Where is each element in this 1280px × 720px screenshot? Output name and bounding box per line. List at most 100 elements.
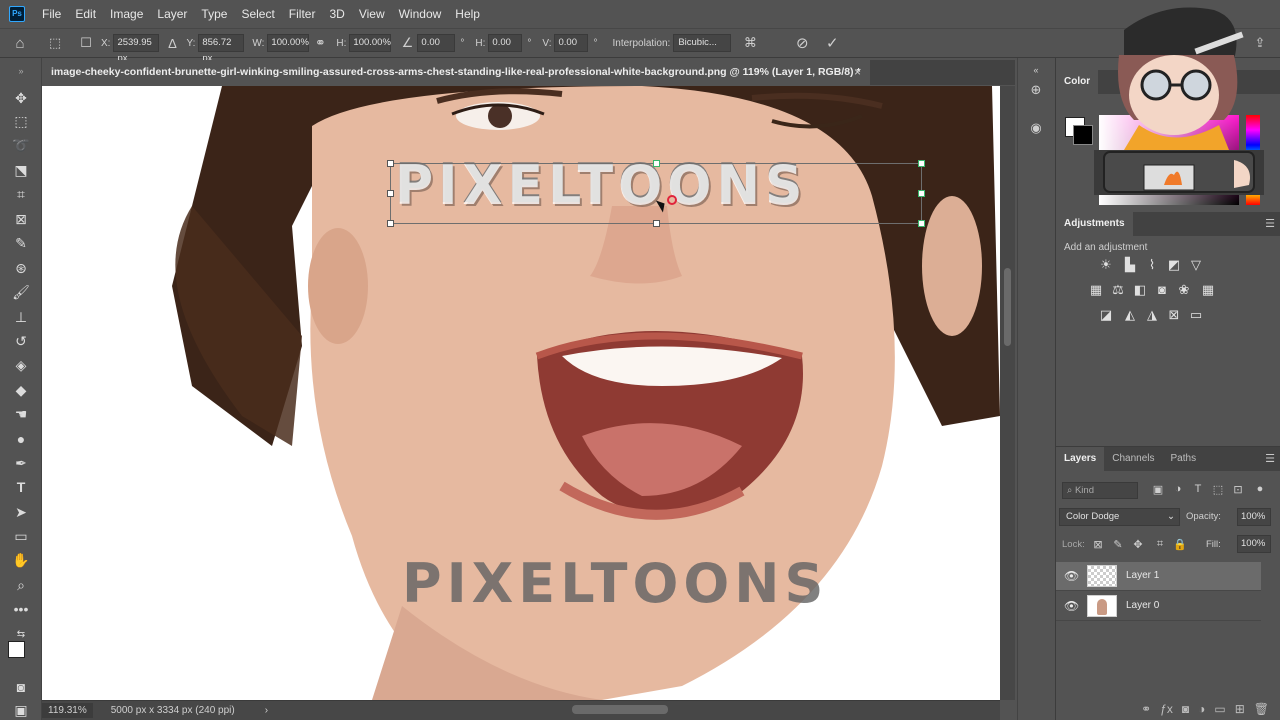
lock-image-icon[interactable]: ✎: [1110, 538, 1126, 551]
color-lookup-icon[interactable]: ▦: [1200, 282, 1216, 298]
dodge-tool-icon[interactable]: ●: [10, 428, 32, 450]
reference-checkbox[interactable]: ☐: [76, 35, 96, 51]
reference-point-icon[interactable]: ⬚: [40, 35, 70, 51]
menu-filter[interactable]: Filter: [282, 0, 323, 28]
vibrance-icon[interactable]: ▽: [1188, 257, 1204, 273]
crop-tool-icon[interactable]: ⌗: [10, 183, 32, 205]
layers-panel-menu-icon[interactable]: ☰: [1265, 447, 1275, 471]
link-layers-icon[interactable]: ⚭: [1141, 702, 1151, 716]
menu-edit[interactable]: Edit: [68, 0, 103, 28]
selective-color-icon[interactable]: ⊠: [1166, 307, 1182, 323]
threshold-icon[interactable]: ◮: [1144, 307, 1160, 323]
transform-handle-top-right[interactable]: [918, 160, 925, 167]
delta-icon[interactable]: ∆: [163, 36, 181, 51]
fill-field[interactable]: 100%: [1237, 535, 1271, 553]
healing-brush-tool-icon[interactable]: ⊛: [10, 257, 32, 279]
filter-smart-object-icon[interactable]: ⊡: [1230, 483, 1246, 496]
interpolation-dropdown[interactable]: Bicubic...: [673, 34, 732, 52]
menu-layer[interactable]: Layer: [150, 0, 194, 28]
lock-artboard-icon[interactable]: ⌗: [1152, 538, 1168, 551]
foreground-color-swatch[interactable]: [8, 641, 25, 658]
transform-handle-left[interactable]: [387, 190, 394, 197]
y-position-field[interactable]: 856.72 px: [198, 34, 245, 64]
commit-transform-icon[interactable]: ✓: [817, 34, 847, 52]
transform-bounding-box[interactable]: [387, 160, 925, 227]
layer-style-icon[interactable]: ƒx: [1160, 702, 1173, 716]
horizontal-scroll-thumb[interactable]: [572, 705, 668, 714]
menu-select[interactable]: Select: [234, 0, 281, 28]
eyedropper-tool-icon[interactable]: ✎: [10, 232, 32, 254]
lock-position-icon[interactable]: ✥: [1130, 538, 1146, 551]
transform-handle-bottom-left[interactable]: [387, 220, 394, 227]
curves-icon[interactable]: ⌇: [1144, 257, 1160, 273]
expand-panels-icon[interactable]: «: [1026, 60, 1046, 80]
tab-paths[interactable]: Paths: [1163, 447, 1205, 471]
invert-icon[interactable]: ◪: [1098, 307, 1114, 323]
transform-handle-top-left[interactable]: [387, 160, 394, 167]
pen-tool-icon[interactable]: ✒: [10, 452, 32, 474]
width-field[interactable]: 100.00%: [267, 34, 310, 52]
frame-tool-icon[interactable]: ⊠: [10, 208, 32, 230]
color-balance-icon[interactable]: ⚖: [1110, 282, 1126, 298]
zoom-tool-icon[interactable]: ⌕: [10, 574, 32, 596]
menu-view[interactable]: View: [352, 0, 392, 28]
exposure-icon[interactable]: ◩: [1166, 257, 1182, 273]
more-tools-icon[interactable]: •••: [10, 598, 32, 620]
tab-channels[interactable]: Channels: [1104, 447, 1162, 471]
warp-icon[interactable]: ⌘: [735, 35, 765, 51]
eraser-tool-icon[interactable]: ◈: [10, 354, 32, 376]
close-document-icon[interactable]: ×: [854, 60, 861, 85]
add-mask-icon[interactable]: ◙: [1182, 702, 1189, 716]
gradient-map-icon[interactable]: ▭: [1188, 307, 1204, 323]
lock-transparent-icon[interactable]: ⊠: [1090, 538, 1106, 551]
type-tool-icon[interactable]: T: [10, 476, 32, 498]
properties-panel-icon[interactable]: ◉: [1026, 118, 1046, 138]
black-white-icon[interactable]: ◧: [1132, 282, 1148, 298]
layer-row-layer-1[interactable]: 👁 Layer 1: [1056, 562, 1261, 591]
rectangle-tool-icon[interactable]: ▭: [10, 525, 32, 547]
new-layer-icon[interactable]: ⊞: [1235, 702, 1245, 716]
history-brush-tool-icon[interactable]: ↺: [10, 330, 32, 352]
blend-mode-dropdown[interactable]: Color Dodge ⌄: [1059, 508, 1180, 526]
transform-handle-top[interactable]: [653, 160, 660, 167]
cancel-transform-icon[interactable]: ⊘: [787, 34, 817, 52]
paint-bucket-tool-icon[interactable]: ◆: [10, 379, 32, 401]
brush-tool-icon[interactable]: 🖌: [10, 281, 32, 303]
photo-filter-icon[interactable]: ◙: [1154, 282, 1170, 298]
zoom-level-field[interactable]: 119.31%: [42, 703, 93, 718]
collapse-toolbar-icon[interactable]: »: [10, 60, 32, 82]
delete-layer-icon[interactable]: 🗑: [1254, 702, 1269, 716]
eye-icon[interactable]: 👁: [1064, 569, 1079, 583]
path-selection-tool-icon[interactable]: ➤: [10, 501, 32, 523]
hue-saturation-icon[interactable]: ▦: [1088, 282, 1104, 298]
opacity-field[interactable]: 100%: [1237, 508, 1271, 526]
link-icon[interactable]: ⚭: [309, 35, 331, 51]
menu-type[interactable]: Type: [194, 0, 234, 28]
vertical-scrollbar[interactable]: [1000, 86, 1015, 700]
tab-layers[interactable]: Layers: [1056, 447, 1105, 471]
history-panel-icon[interactable]: ⊕: [1026, 80, 1046, 100]
quick-select-tool-icon[interactable]: ⬔: [10, 159, 32, 181]
transform-handle-bottom[interactable]: [653, 220, 660, 227]
vertical-scroll-thumb[interactable]: [1004, 268, 1011, 346]
posterize-icon[interactable]: ◭: [1122, 307, 1138, 323]
home-icon[interactable]: ⌂: [0, 35, 40, 52]
horizontal-skew-field[interactable]: 0.00: [488, 34, 523, 52]
smudge-tool-icon[interactable]: ☚: [10, 403, 32, 425]
marquee-tool-icon[interactable]: ⬚: [10, 110, 32, 132]
new-adjustment-layer-icon[interactable]: ◑: [1198, 702, 1205, 716]
lasso-tool-icon[interactable]: ➰: [10, 134, 32, 156]
menu-file[interactable]: File: [35, 0, 68, 28]
transform-handle-right[interactable]: [918, 190, 925, 197]
filter-pixel-icon[interactable]: ▣: [1150, 483, 1166, 496]
menu-window[interactable]: Window: [392, 0, 449, 28]
rotation-field[interactable]: 0.00: [417, 34, 456, 52]
transform-center-point[interactable]: [667, 195, 677, 205]
tab-adjustments[interactable]: Adjustments: [1056, 212, 1133, 236]
menu-3d[interactable]: 3D: [322, 0, 351, 28]
x-position-field[interactable]: 2539.95 px: [113, 34, 160, 64]
brightness-contrast-icon[interactable]: ☀: [1098, 257, 1114, 273]
height-field[interactable]: 100.00%: [349, 34, 392, 52]
menu-image[interactable]: Image: [103, 0, 150, 28]
stamp-tool-icon[interactable]: ⊥: [10, 306, 32, 328]
